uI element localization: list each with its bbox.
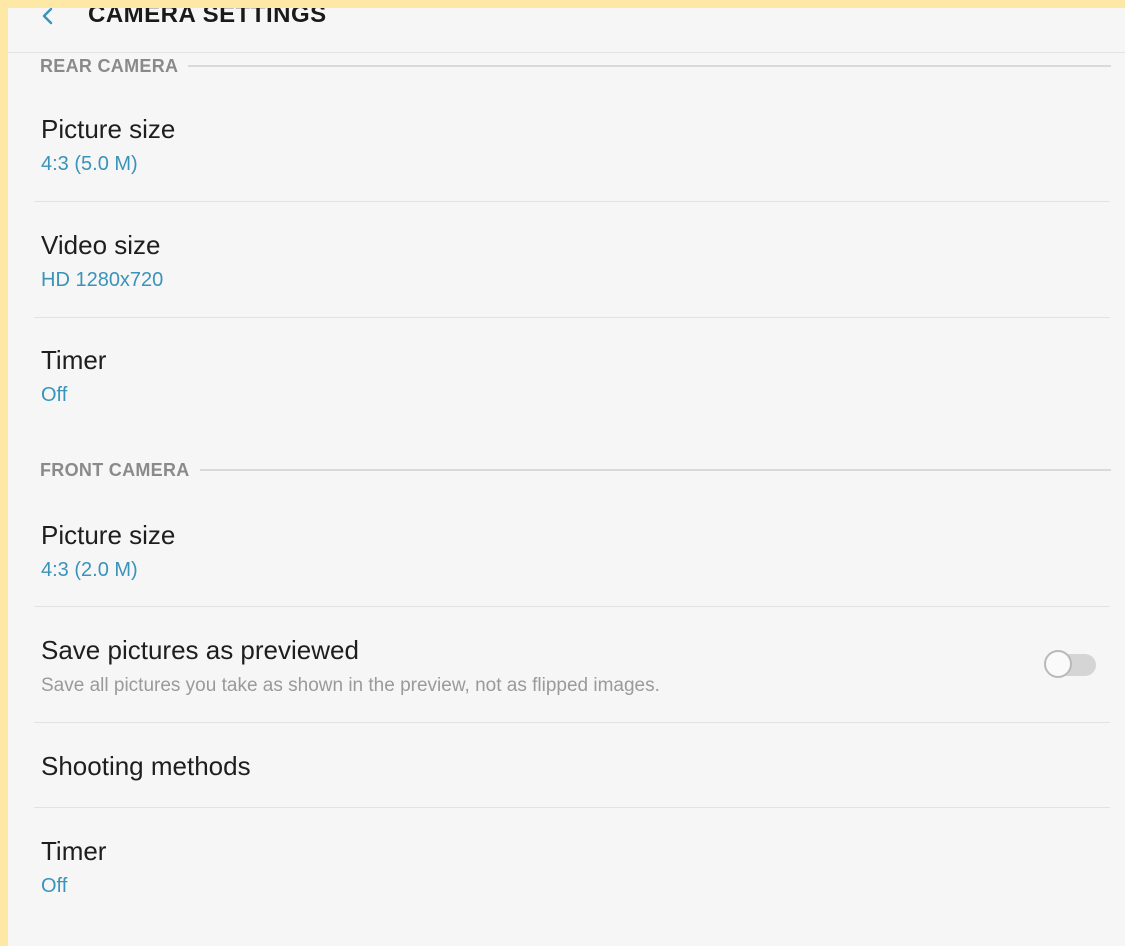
setting-rear-picture-size[interactable]: Picture size 4:3 (5.0 M) bbox=[34, 88, 1110, 202]
section-header-label: FRONT CAMERA bbox=[40, 459, 190, 480]
divider bbox=[188, 65, 1111, 67]
setting-value: Off bbox=[41, 384, 68, 406]
app-bar: CAMERA SETTINGS bbox=[8, 8, 1125, 53]
back-arrow-icon bbox=[42, 8, 53, 25]
setting-description: Save all pictures you take as shown in t… bbox=[41, 675, 660, 696]
setting-save-pictures-as-previewed[interactable]: Save pictures as previewed Save all pict… bbox=[34, 607, 1110, 723]
section-header-front-camera: FRONT CAMERA bbox=[40, 458, 1111, 482]
setting-value: 4:3 (5.0 M) bbox=[41, 153, 138, 175]
toggle-thumb bbox=[1044, 650, 1072, 678]
page-title: CAMERA SETTINGS bbox=[88, 8, 327, 28]
section-header-rear-camera: REAR CAMERA bbox=[40, 54, 1111, 78]
setting-title: Save pictures as previewed bbox=[41, 635, 359, 665]
setting-title: Picture size bbox=[41, 520, 176, 550]
setting-title: Shooting methods bbox=[41, 751, 251, 781]
setting-rear-video-size[interactable]: Video size HD 1280x720 bbox=[34, 202, 1110, 318]
setting-value: Off bbox=[41, 875, 68, 897]
divider bbox=[199, 469, 1111, 471]
setting-title: Timer bbox=[41, 345, 107, 375]
setting-title: Video size bbox=[41, 230, 161, 260]
save-as-previewed-toggle[interactable] bbox=[1044, 648, 1098, 680]
settings-screen: CAMERA SETTINGS REAR CAMERA Picture size… bbox=[8, 8, 1125, 946]
setting-value: HD 1280x720 bbox=[41, 269, 164, 291]
setting-front-picture-size[interactable]: Picture size 4:3 (2.0 M) bbox=[34, 493, 1110, 607]
setting-shooting-methods[interactable]: Shooting methods bbox=[34, 723, 1110, 808]
setting-front-timer[interactable]: Timer Off bbox=[34, 808, 1110, 918]
setting-title: Picture size bbox=[41, 114, 176, 144]
setting-value: 4:3 (2.0 M) bbox=[41, 559, 138, 581]
setting-title: Timer bbox=[41, 836, 107, 866]
back-button[interactable] bbox=[34, 8, 62, 30]
section-header-label: REAR CAMERA bbox=[40, 55, 179, 76]
setting-rear-timer[interactable]: Timer Off bbox=[34, 318, 1110, 430]
